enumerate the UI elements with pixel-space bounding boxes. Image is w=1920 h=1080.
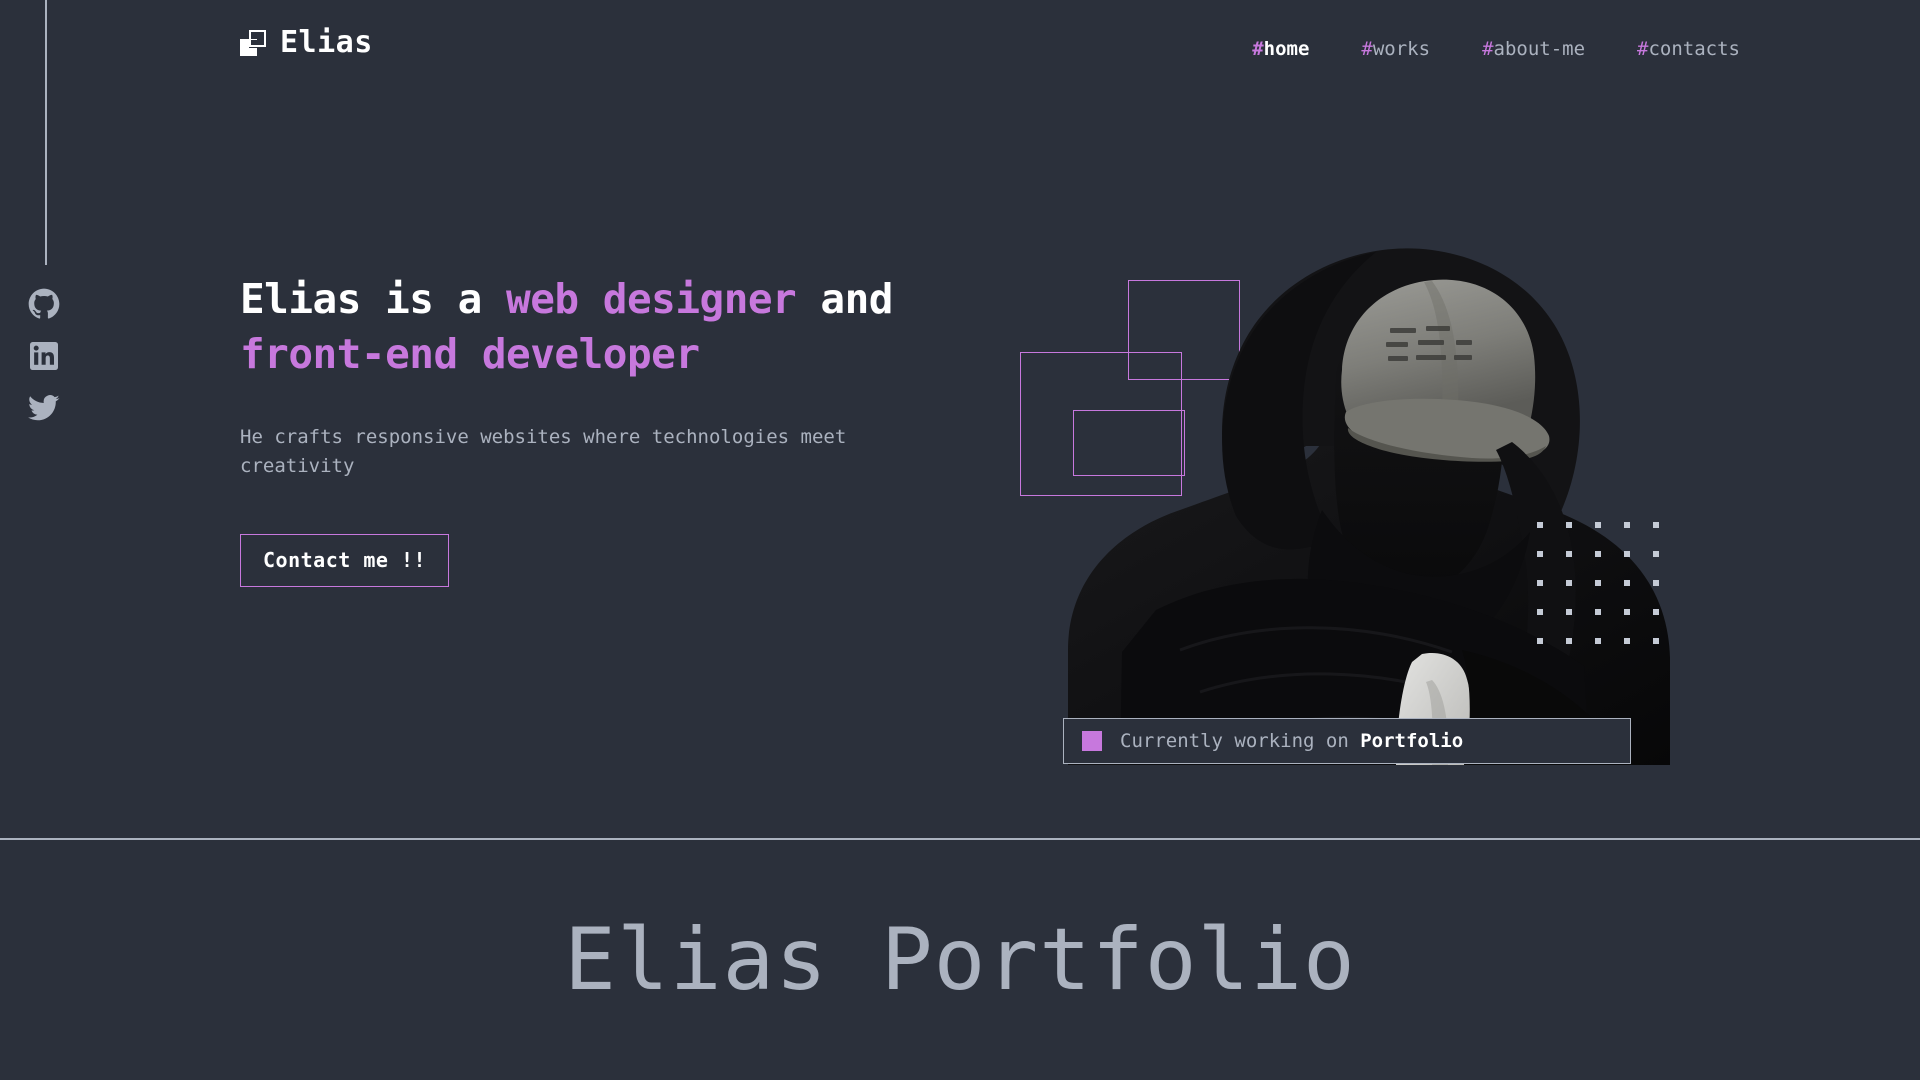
hash-icon: # bbox=[1482, 38, 1494, 60]
headline-part1: Elias is a bbox=[240, 275, 507, 323]
hash-icon: # bbox=[1361, 38, 1373, 60]
status-project-name: Portfolio bbox=[1360, 730, 1464, 752]
hash-icon: # bbox=[1252, 38, 1264, 60]
nav-label-about-me: about-me bbox=[1493, 38, 1586, 60]
hero-section: Elias #home #works #about-me #contacts E… bbox=[0, 0, 1920, 838]
portfolio-title: Elias Portfolio bbox=[564, 910, 1356, 1010]
page-title: Elias is a web designer and front-end dev… bbox=[240, 272, 1000, 381]
hero-portrait-photo bbox=[1060, 180, 1675, 765]
brand-logo[interactable]: Elias bbox=[240, 28, 373, 58]
status-text: Currently working on Portfolio bbox=[1120, 730, 1463, 752]
site-header: Elias #home #works #about-me #contacts bbox=[0, 0, 1920, 100]
portfolio-section: Elias Portfolio bbox=[0, 840, 1920, 1080]
social-links bbox=[28, 288, 60, 424]
hero-copy: Elias is a web designer and front-end dev… bbox=[240, 272, 1000, 587]
decorative-dot-grid bbox=[1537, 522, 1661, 646]
headline-part2: and bbox=[796, 275, 893, 323]
contact-me-button[interactable]: Contact me !! bbox=[240, 533, 450, 587]
nav-link-about-me[interactable]: #about-me bbox=[1482, 38, 1585, 60]
hash-icon: # bbox=[1637, 38, 1649, 60]
main-navigation: #home #works #about-me #contacts bbox=[1252, 38, 1740, 60]
status-badge: Currently working on Portfolio bbox=[1063, 718, 1631, 764]
brand-name: Elias bbox=[280, 25, 373, 60]
linkedin-icon[interactable] bbox=[28, 340, 60, 372]
left-social-rail bbox=[0, 0, 96, 838]
nav-link-contacts[interactable]: #contacts bbox=[1637, 38, 1740, 60]
nav-label-works: works bbox=[1372, 38, 1431, 60]
nav-label-home: home bbox=[1263, 38, 1310, 60]
headline-accent2: front-end developer bbox=[240, 329, 700, 378]
hero-artwork: Currently working on Portfolio bbox=[1000, 150, 1740, 790]
nav-label-contacts: contacts bbox=[1648, 38, 1740, 60]
hero-subtitle: He crafts responsive websites where tech… bbox=[240, 426, 847, 478]
github-icon[interactable] bbox=[28, 288, 60, 320]
headline-accent1: web designer bbox=[506, 275, 797, 323]
overlapping-squares-icon bbox=[240, 30, 266, 56]
nav-link-home[interactable]: #home bbox=[1252, 38, 1309, 60]
status-color-swatch bbox=[1082, 731, 1102, 751]
nav-link-works[interactable]: #works bbox=[1361, 38, 1430, 60]
twitter-icon[interactable] bbox=[28, 392, 60, 424]
status-prefix: Currently working on bbox=[1120, 730, 1361, 752]
